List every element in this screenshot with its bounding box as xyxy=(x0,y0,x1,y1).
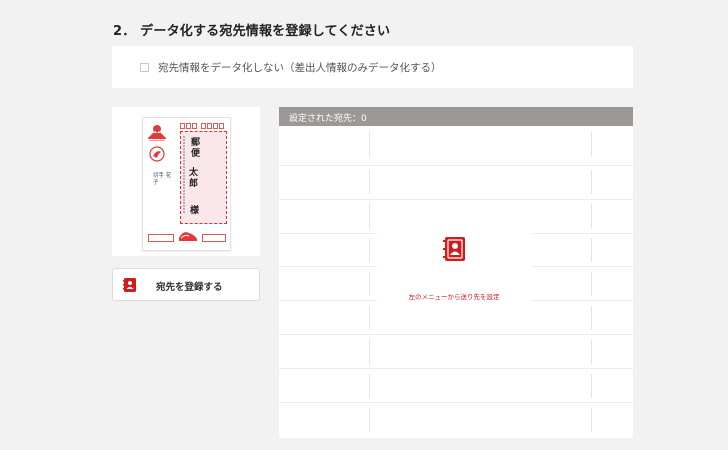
recipient-address-area xyxy=(180,131,227,224)
skip-recipient-data-checkbox[interactable] xyxy=(140,63,149,72)
register-recipient-label: 宛先を登録する xyxy=(156,282,223,293)
postcard-bottom-decoration xyxy=(147,224,226,244)
recipients-table: 設定された宛先：0 左のメニューから送り先を設定 xyxy=(279,107,633,438)
postal-code-boxes xyxy=(180,123,224,129)
empty-state-message: 左のメニューから送り先を設定 xyxy=(408,293,500,301)
skip-recipient-data-label[interactable]: 宛先情報をデータ化しない（差出人情報のみデータ化する） xyxy=(158,60,442,75)
sender-name: 切手 花子 xyxy=(153,173,172,186)
postcard-preview-panel: 郵便 太郎 様 切手 花子 xyxy=(112,107,260,256)
skip-recipient-data-option[interactable]: 宛先情報をデータ化しない（差出人情報のみデータ化する） xyxy=(112,46,633,88)
recipient-honorific: 様 xyxy=(190,206,200,216)
register-recipient-button[interactable]: 宛先を登録する xyxy=(112,268,260,301)
mount-fuji-illustration xyxy=(147,123,167,143)
address-book-icon xyxy=(123,278,136,292)
recipients-count-header: 設定された宛先：0 xyxy=(279,107,633,126)
empty-state: 左のメニューから送り先を設定 xyxy=(377,225,531,325)
section-title: 2． データ化する宛先情報を登録してください xyxy=(113,24,391,39)
postcard-preview: 郵便 太郎 様 切手 花子 xyxy=(142,117,231,251)
decoration-icon xyxy=(179,232,197,241)
crane-illustration xyxy=(149,146,165,162)
recipient-name-line1: 郵便 xyxy=(191,138,201,159)
address-book-icon xyxy=(443,237,465,261)
recipient-name-line2: 太郎 xyxy=(189,168,199,189)
